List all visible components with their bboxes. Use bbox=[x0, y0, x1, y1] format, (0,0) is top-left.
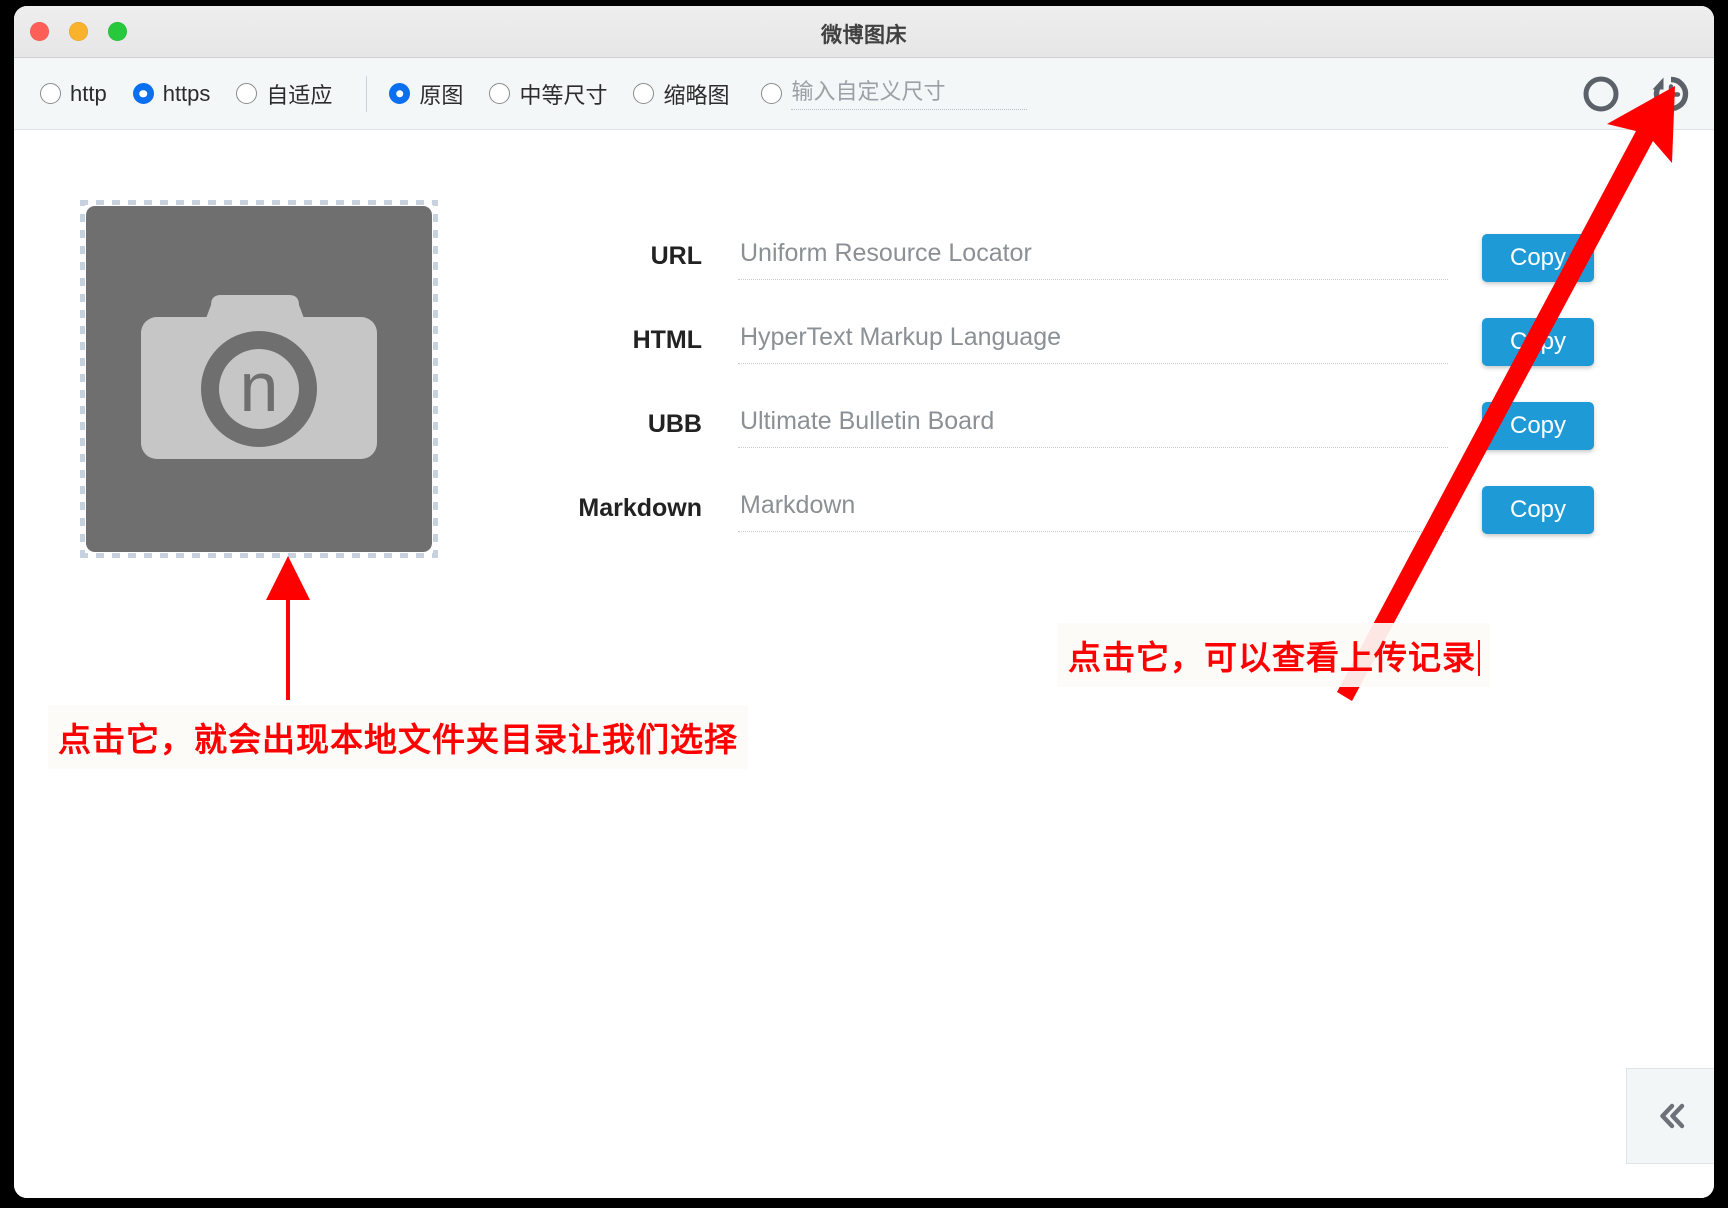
field-input-wrap-ubb bbox=[738, 402, 1448, 448]
history-icon[interactable] bbox=[1650, 73, 1692, 115]
markdown-input[interactable] bbox=[738, 486, 1448, 532]
radio-original-size-label: 原图 bbox=[419, 82, 464, 108]
circle-icon[interactable] bbox=[1580, 73, 1622, 115]
field-input-wrap-markdown bbox=[738, 486, 1448, 532]
radio-adaptive-indicator bbox=[236, 83, 258, 104]
radio-https-label: https bbox=[162, 80, 211, 106]
double-chevron-left-icon bbox=[1659, 1103, 1684, 1129]
radio-https[interactable]: https bbox=[132, 80, 211, 107]
collapse-panel-button[interactable] bbox=[1626, 1068, 1714, 1164]
radio-thumbnail[interactable]: 缩略图 bbox=[633, 78, 729, 110]
radio-http-label: http bbox=[70, 80, 107, 106]
radio-medium-size[interactable]: 中等尺寸 bbox=[489, 78, 607, 110]
toolbar-actions bbox=[1580, 58, 1692, 130]
url-input[interactable] bbox=[738, 234, 1448, 280]
camera-lens-letter: n bbox=[240, 348, 279, 426]
field-label-html: HTML bbox=[632, 326, 702, 354]
output-fields: URL Copy HTML Copy UBB bbox=[574, 234, 1594, 570]
text-caret bbox=[1478, 640, 1480, 676]
field-label-url: URL bbox=[650, 242, 702, 270]
camera-icon: n bbox=[141, 295, 377, 459]
annotation-note-dropzone: 点击它，就会出现本地文件夹目录让我们选择 bbox=[48, 705, 748, 769]
field-input-wrap-url bbox=[738, 234, 1448, 280]
screenshot-root: 微博图床 http https 自适应 原图 中等尺寸 缩略图 输入自定义尺寸 … bbox=[0, 0, 1728, 1208]
copy-button-url[interactable]: Copy bbox=[1482, 234, 1594, 282]
radio-http-indicator bbox=[40, 83, 61, 104]
dropzone-surface: n bbox=[86, 206, 432, 552]
radio-original-size[interactable]: 原图 bbox=[389, 78, 463, 110]
copy-button-html[interactable]: Copy bbox=[1482, 318, 1594, 366]
radio-medium-size-label: 中等尺寸 bbox=[519, 82, 608, 108]
toolbar-divider bbox=[366, 75, 368, 112]
field-label-ubb: UBB bbox=[647, 410, 702, 438]
field-input-wrap-html bbox=[738, 318, 1448, 364]
ubb-input[interactable] bbox=[738, 402, 1448, 448]
protocol-radio-group: http https 自适应 bbox=[40, 78, 358, 110]
radio-http[interactable]: http bbox=[40, 81, 107, 107]
radio-custom-size-indicator bbox=[761, 83, 783, 104]
field-row-markdown: Markdown Copy bbox=[574, 486, 1594, 570]
field-row-url: URL Copy bbox=[574, 234, 1594, 318]
annotation-note-history: 点击它，可以查看上传记录 bbox=[1058, 623, 1490, 687]
window-title: 微博图床 bbox=[821, 24, 907, 47]
copy-button-ubb[interactable]: Copy bbox=[1482, 402, 1594, 450]
radio-medium-size-indicator bbox=[489, 83, 511, 104]
html-input[interactable] bbox=[738, 318, 1448, 364]
copy-button-markdown[interactable]: Copy bbox=[1482, 486, 1594, 534]
size-radio-group: 原图 中等尺寸 缩略图 bbox=[389, 78, 755, 110]
custom-size-group bbox=[761, 77, 1028, 110]
app-window: 微博图床 http https 自适应 原图 中等尺寸 缩略图 输入自定义尺寸 … bbox=[14, 6, 1714, 1198]
radio-original-size-indicator bbox=[389, 83, 411, 104]
title-bar: 微博图床 bbox=[14, 6, 1714, 58]
radio-adaptive[interactable]: 自适应 bbox=[236, 78, 332, 110]
field-row-html: HTML Copy bbox=[574, 318, 1594, 402]
image-dropzone[interactable]: n bbox=[80, 200, 438, 558]
radio-thumbnail-label: 缩略图 bbox=[663, 82, 730, 108]
field-label-markdown: Markdown bbox=[578, 494, 702, 522]
radio-custom-size[interactable] bbox=[761, 83, 783, 104]
toolbar: http https 自适应 原图 中等尺寸 缩略图 输入自定义尺寸 bbox=[14, 58, 1714, 130]
radio-adaptive-label: 自适应 bbox=[266, 82, 333, 108]
custom-size-input[interactable] bbox=[791, 77, 1028, 110]
radio-https-indicator bbox=[132, 83, 154, 104]
annotation-note-history-text: 点击它，可以查看上传记录 bbox=[1068, 639, 1476, 676]
radio-thumbnail-indicator bbox=[633, 83, 655, 104]
field-row-ubb: UBB Copy bbox=[574, 402, 1594, 486]
